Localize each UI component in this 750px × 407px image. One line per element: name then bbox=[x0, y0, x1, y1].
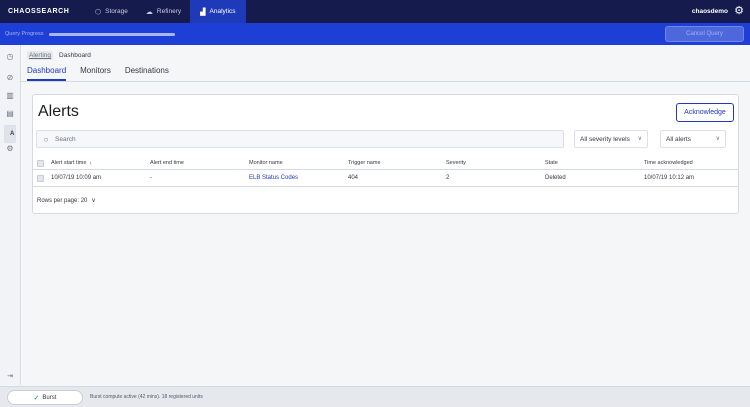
page-tabs: Dashboard Monitors Destinations bbox=[27, 66, 183, 81]
table-row[interactable]: 10/07/19 10:09 am - ELB Status Codes 404… bbox=[33, 170, 738, 187]
breadcrumb-alerting[interactable]: Alerting bbox=[27, 51, 54, 60]
breadcrumb: Alerting Dashboard bbox=[27, 51, 91, 60]
select-all-checkbox[interactable] bbox=[37, 160, 44, 167]
row-checkbox[interactable] bbox=[37, 175, 44, 182]
brand-logo: CHAOSSEARCH bbox=[8, 8, 70, 15]
chevron-down-icon: ∨ bbox=[637, 136, 642, 142]
cell-severity: 2 bbox=[446, 175, 450, 181]
cloud-icon: ☁ bbox=[145, 8, 153, 16]
cell-end-time: - bbox=[150, 175, 152, 181]
nav-tab-storage[interactable]: ⬡ Storage bbox=[86, 0, 137, 23]
gear-icon[interactable]: ⚙ bbox=[733, 5, 745, 17]
cell-start-time: 10/07/19 10:09 am bbox=[51, 175, 102, 181]
cell-trigger: 404 bbox=[348, 175, 359, 181]
search-box[interactable]: ○ bbox=[36, 130, 564, 148]
nav-tab-storage-label: Storage bbox=[105, 8, 128, 15]
user-name[interactable]: chaosdemo bbox=[692, 0, 728, 23]
query-progress-label: Query Progress bbox=[5, 31, 44, 37]
tab-destinations[interactable]: Destinations bbox=[125, 66, 169, 81]
clock-icon[interactable]: ◷ bbox=[4, 51, 16, 63]
side-rail: ◷ ⊘ ▥ ▤ A ⚙ bbox=[0, 45, 21, 385]
rows-per-page-label: Rows per page: 20 bbox=[37, 197, 88, 204]
tab-dashboard[interactable]: Dashboard bbox=[27, 66, 67, 81]
page-title: Alerts bbox=[38, 103, 79, 120]
nav-tab-refinery-label: Refinery bbox=[156, 8, 182, 15]
sort-down-icon: ↓ bbox=[89, 160, 93, 166]
breadcrumb-current: Dashboard bbox=[59, 52, 91, 59]
query-progress-bar: Query Progress Cancel Query bbox=[0, 23, 750, 45]
col-monitor-name[interactable]: Monitor name bbox=[249, 157, 283, 169]
table-header: Alert start time ↓ Alert end time Monito… bbox=[33, 157, 738, 170]
col-state[interactable]: State bbox=[545, 157, 558, 169]
cell-monitor-link[interactable]: ELB Status Codes bbox=[249, 170, 298, 186]
nav-tab-refinery[interactable]: ☁ Refinery bbox=[137, 0, 190, 23]
col-severity[interactable]: Severity bbox=[446, 157, 466, 169]
chevron-down-icon: ∨ bbox=[91, 198, 96, 204]
tabs-divider bbox=[21, 81, 750, 82]
col-time-acknowledged[interactable]: Time acknowledged bbox=[644, 157, 693, 169]
query-progress-fill bbox=[48, 32, 175, 36]
tab-monitors[interactable]: Monitors bbox=[80, 66, 111, 81]
nav-tab-analytics[interactable]: ▟ Analytics bbox=[190, 0, 246, 23]
collapse-icon[interactable]: ⇥ bbox=[5, 372, 15, 380]
severity-select[interactable]: All severity levels ∨ bbox=[574, 130, 648, 148]
chart-icon: ▟ bbox=[200, 8, 206, 16]
acknowledge-button[interactable]: Acknowledge bbox=[676, 103, 734, 122]
search-icon: ○ bbox=[43, 134, 49, 144]
col-alert-start-time-label: Alert start time bbox=[51, 160, 87, 166]
col-trigger-name[interactable]: Trigger name bbox=[348, 157, 381, 169]
rows-per-page[interactable]: Rows per page: 20 ∨ bbox=[37, 197, 96, 205]
alerts-panel: Alerts Acknowledge ○ All severity levels… bbox=[32, 94, 739, 214]
settings-icon[interactable]: ⚙ bbox=[4, 143, 16, 155]
bottom-bar: ✓ Burst Burst compute active (42 mins). … bbox=[0, 386, 750, 407]
query-progress-track bbox=[48, 32, 175, 36]
alerts-select[interactable]: All alerts ∨ bbox=[660, 130, 726, 148]
top-nav: CHAOSSEARCH ⬡ Storage ☁ Refinery ▟ Analy… bbox=[0, 0, 750, 23]
cell-state: Deleted bbox=[545, 175, 566, 181]
col-alert-start-time[interactable]: Alert start time ↓ bbox=[51, 157, 92, 169]
burst-button[interactable]: ✓ Burst bbox=[7, 390, 83, 405]
compass-icon[interactable]: ⊘ bbox=[4, 72, 16, 84]
col-alert-end-time[interactable]: Alert end time bbox=[150, 157, 184, 169]
alerts-table: Alert start time ↓ Alert end time Monito… bbox=[33, 157, 738, 187]
cell-acknowledged: 10/07/19 10:12 am bbox=[644, 175, 695, 181]
storage-icon: ⬡ bbox=[95, 8, 102, 16]
alerts-select-value: All alerts bbox=[666, 135, 691, 143]
search-input[interactable] bbox=[55, 135, 535, 143]
burst-label: Burst bbox=[42, 394, 57, 401]
nav-tab-analytics-label: Analytics bbox=[209, 8, 236, 15]
check-icon: ✓ bbox=[33, 394, 40, 402]
burst-status: Burst compute active (42 mins). 18 regis… bbox=[90, 394, 203, 400]
cancel-query-button[interactable]: Cancel Query bbox=[665, 26, 744, 42]
table-icon[interactable]: ▤ bbox=[4, 108, 16, 120]
chevron-down-icon: ∨ bbox=[715, 136, 720, 142]
alerting-icon[interactable]: A bbox=[4, 125, 16, 143]
dashboard-icon[interactable]: ▥ bbox=[4, 90, 16, 102]
severity-select-value: All severity levels bbox=[580, 135, 630, 143]
